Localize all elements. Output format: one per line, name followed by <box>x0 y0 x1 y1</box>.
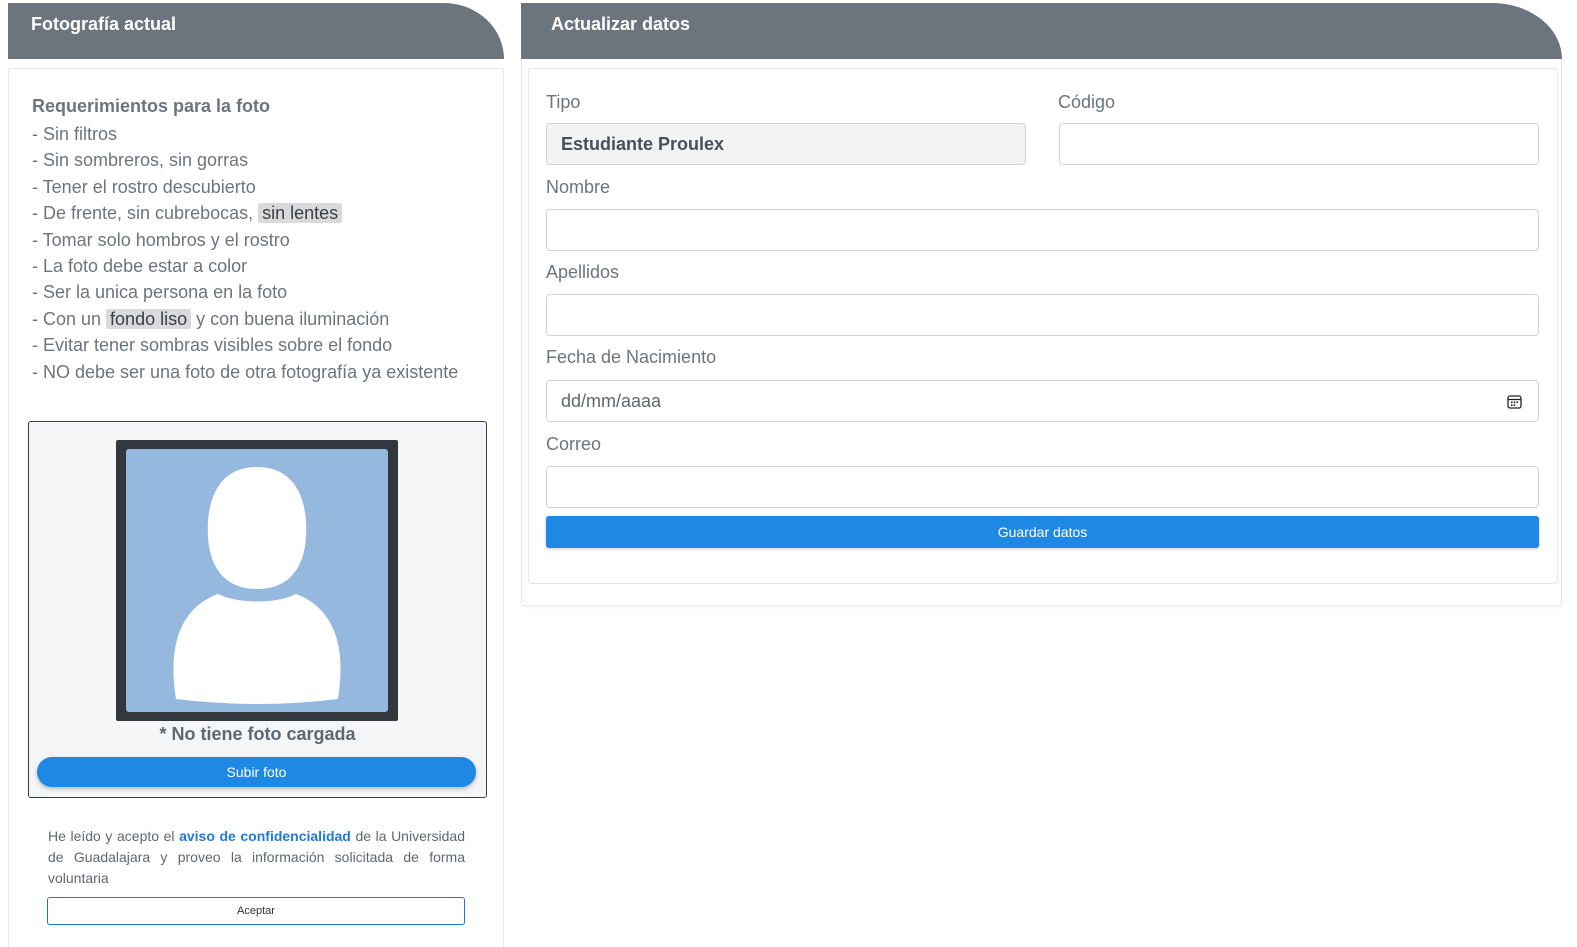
requirement-text: - NO debe ser una foto de otra fotografí… <box>32 361 459 382</box>
apellidos-label: Apellidos <box>546 262 620 282</box>
requirement-item: - Tomar solo hombros y el rostro <box>32 227 462 253</box>
requirement-item: - Con un fondo liso y con buena iluminac… <box>32 306 462 332</box>
photo-card-body: Requerimientos para la foto - Sin filtro… <box>8 68 504 947</box>
requirement-item: - La foto debe estar a color <box>32 253 462 279</box>
tipo-value: Estudiante Proulex <box>561 134 725 154</box>
user-silhouette-icon <box>126 449 388 712</box>
photo-card: Fotografía actual Requerimientos para la… <box>8 3 504 947</box>
requirement-text: - Tener el rostro descubierto <box>32 176 256 197</box>
update-data-title: Actualizar datos <box>551 14 691 34</box>
save-data-button[interactable]: Guardar datos <box>546 516 1539 548</box>
requirement-item: - Sin sombreros, sin gorras <box>32 147 462 173</box>
upload-photo-button[interactable]: Subir foto <box>37 757 476 787</box>
requirement-highlight: fondo liso <box>106 308 192 329</box>
nombre-label: Nombre <box>546 177 611 197</box>
update-data-form: Tipo Estudiante Proulex Código Nombre Ap… <box>528 68 1558 584</box>
consent-text-before: He leído y acepto el <box>48 828 180 844</box>
requirement-highlight: sin lentes <box>258 203 343 224</box>
apellidos-input[interactable] <box>546 294 1539 336</box>
requirement-text-after: y con buena iluminación <box>191 308 390 329</box>
requirement-text: - De frente, sin cubrebocas, <box>32 203 259 224</box>
requirement-text: - Tomar solo hombros y el rostro <box>32 229 290 250</box>
requirement-item: - De frente, sin cubrebocas, sin lentes <box>32 200 462 226</box>
nombre-input[interactable] <box>546 209 1539 251</box>
requirements-title: Requerimientos para la foto <box>32 96 271 116</box>
requirement-item: - Ser la unica persona en la foto <box>32 279 462 305</box>
correo-input[interactable] <box>546 466 1539 508</box>
consent-text: He leído y acepto el aviso de confidenci… <box>48 826 465 889</box>
requirement-text: - Sin filtros <box>32 124 118 144</box>
requirement-item: - Sin filtros <box>32 121 462 147</box>
codigo-label: Código <box>1058 92 1116 112</box>
tipo-label: Tipo <box>546 92 581 112</box>
correo-label: Correo <box>546 434 602 454</box>
fecha-label: Fecha de Nacimiento <box>546 347 717 367</box>
requirement-item: - NO debe ser una foto de otra fotografí… <box>32 359 462 385</box>
photo-preview-box: * No tiene foto cargada Subir foto <box>28 421 487 798</box>
update-data-card: Actualizar datos Tipo Estudiante Proulex… <box>521 3 1562 606</box>
calendar-icon[interactable] <box>1507 394 1522 409</box>
requirement-text: - Sin sombreros, sin gorras <box>32 150 249 171</box>
photo-card-title: Fotografía actual <box>31 14 177 34</box>
update-data-header: Actualizar datos <box>521 3 1562 59</box>
requirement-text: - Ser la unica persona en la foto <box>32 282 288 303</box>
tipo-field: Estudiante Proulex <box>546 123 1026 165</box>
fecha-placeholder: dd/mm/aaaa <box>561 391 662 411</box>
accept-button[interactable]: Aceptar <box>47 897 465 925</box>
no-photo-message: * No tiene foto cargada <box>159 724 356 744</box>
requirement-text: - Evitar tener sombras visibles sobre el… <box>32 335 393 356</box>
photo-frame <box>116 440 398 721</box>
requirement-text: - Con un <box>32 308 107 329</box>
privacy-notice-link[interactable]: aviso de confidencialidad <box>179 828 351 844</box>
requirement-text: - La foto debe estar a color <box>32 256 248 277</box>
requirement-item: - Tener el rostro descubierto <box>32 174 462 200</box>
requirements-list: - Sin filtros - Sin sombreros, sin gorras… <box>32 121 462 385</box>
photo-card-header: Fotografía actual <box>8 3 504 59</box>
requirement-item: - Evitar tener sombras visibles sobre el… <box>32 332 462 358</box>
codigo-input[interactable] <box>1059 123 1539 165</box>
fecha-input[interactable]: dd/mm/aaaa <box>546 380 1539 422</box>
